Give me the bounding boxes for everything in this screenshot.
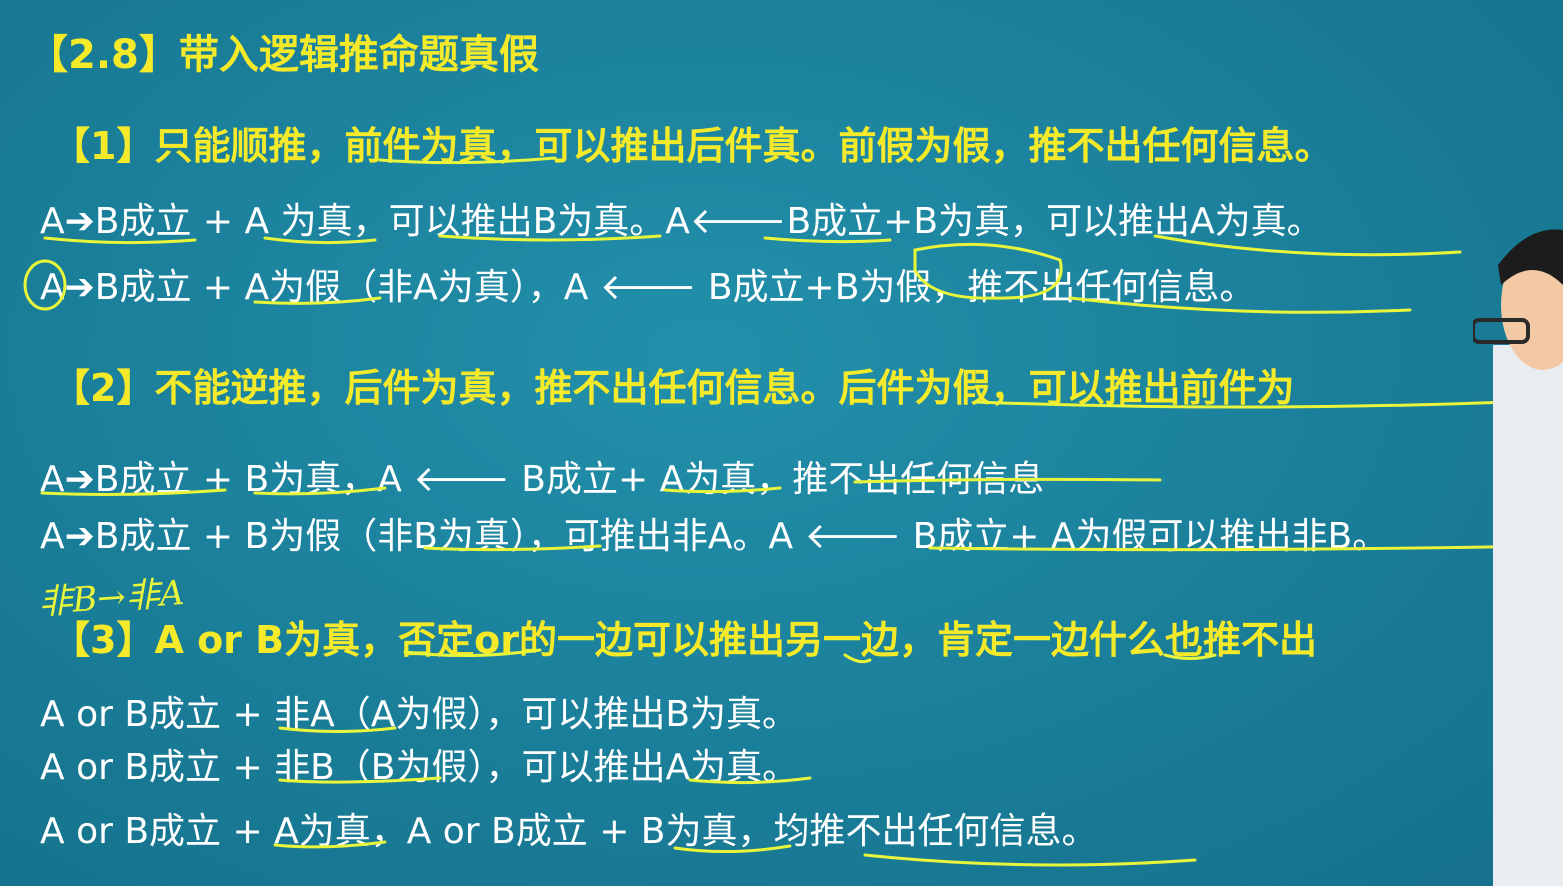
section3-line3: A or B成立 + A为真，A or B成立 + B为真，均推不出任何信息。 [40, 811, 1098, 852]
section2-heading: 【2】不能逆推，后件为真，推不出任何信息。后件为假，可以推出前件为 [52, 366, 1295, 410]
section3-line1: A or B成立 + 非A（A为假），可以推出B为真。 [40, 694, 799, 735]
section1-line2: A➔B成立 + A为假（非A为真），A 🡐 B成立+B为假，推不出任何信息。 [40, 267, 1256, 308]
underline-mark [863, 853, 1197, 867]
section1-line1: A➔B成立 + A 为真，可以推出B为真。A🡐B成立+B为真，可以推出A为真。 [40, 201, 1323, 242]
section1-heading: 【1】只能顺推，前件为真，可以推出后件真。前假为假，推不出任何信息。 [52, 124, 1333, 168]
section3-heading: 【3】A or B为真，否定or的一边可以推出另一边，肯定一边什么也推不出 [52, 618, 1317, 662]
section2-line2: A➔B成立 + B为假（非B为真），可推出非A。A 🡐 B成立+ A为假可以推出… [40, 516, 1389, 557]
presenter-figure [1473, 229, 1563, 886]
page-title: 【2.8】带入逻辑推命题真假 [28, 32, 539, 78]
section3-line2: A or B成立 + 非B（B为假），可以推出A为真。 [40, 747, 799, 788]
section2-line1: A➔B成立 + B为真，A 🡐 B成立+ A为真，推不出任何信息 [40, 459, 1045, 500]
